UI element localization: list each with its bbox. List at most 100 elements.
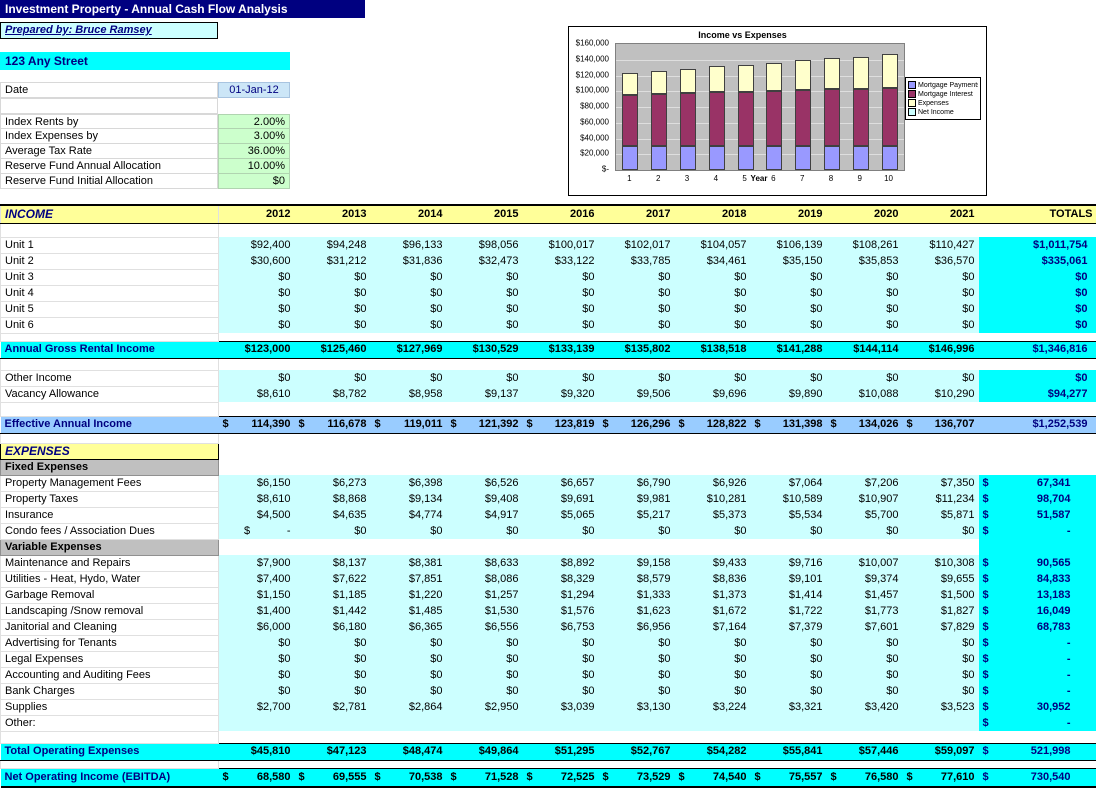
cell[interactable]: $0	[903, 523, 979, 539]
cell[interactable]: $10,281	[675, 491, 751, 507]
cell[interactable]: $0	[295, 651, 371, 667]
cell[interactable]: $0	[523, 667, 599, 683]
cell[interactable]: $6,000	[219, 619, 295, 635]
cell[interactable]	[219, 333, 295, 341]
year-header-cell[interactable]: 2014	[371, 205, 447, 223]
cell[interactable]	[523, 760, 599, 768]
cell[interactable]	[219, 223, 295, 237]
cell[interactable]: $1,400	[219, 603, 295, 619]
cell[interactable]: $1,485	[371, 603, 447, 619]
cell[interactable]: $30,600	[219, 253, 295, 269]
cell[interactable]: $8,086	[447, 571, 523, 587]
cell[interactable]: $0	[295, 269, 371, 285]
cell[interactable]	[751, 459, 827, 475]
cell[interactable]	[675, 402, 751, 416]
cell[interactable]	[1, 333, 219, 341]
row-label[interactable]: Unit 3	[1, 269, 219, 285]
cell[interactable]: $123,000	[219, 341, 295, 358]
cell[interactable]	[371, 760, 447, 768]
cell[interactable]	[903, 760, 979, 768]
cell[interactable]	[827, 539, 903, 555]
cell[interactable]: $0	[523, 683, 599, 699]
row-label[interactable]: Maintenance and Repairs	[1, 555, 219, 571]
cell[interactable]: $9,134	[371, 491, 447, 507]
cell[interactable]	[371, 459, 447, 475]
cell[interactable]: $7,622	[295, 571, 371, 587]
cell[interactable]: $0	[903, 285, 979, 301]
date-label[interactable]: Date	[0, 82, 218, 98]
cell[interactable]: $5,065	[523, 507, 599, 523]
cell[interactable]	[371, 539, 447, 555]
cell[interactable]	[979, 459, 1096, 475]
cell[interactable]: $8,610	[219, 386, 295, 402]
cell[interactable]	[827, 731, 903, 743]
cell[interactable]: $9,320	[523, 386, 599, 402]
cell[interactable]: $-	[979, 635, 1096, 651]
cell[interactable]	[827, 433, 903, 443]
total-cell[interactable]: $0	[979, 370, 1096, 386]
cell[interactable]: $138,518	[675, 341, 751, 358]
cell[interactable]: $0	[827, 317, 903, 333]
cell[interactable]: $0	[599, 285, 675, 301]
cell[interactable]	[599, 539, 675, 555]
cell[interactable]	[219, 358, 295, 370]
cell[interactable]: $0	[827, 683, 903, 699]
assumption-value[interactable]: $0	[218, 174, 290, 189]
cell[interactable]: $0	[371, 269, 447, 285]
cell[interactable]: $9,890	[751, 386, 827, 402]
cell[interactable]	[675, 731, 751, 743]
cell[interactable]: $0	[523, 651, 599, 667]
cell[interactable]: $3,523	[903, 699, 979, 715]
cell[interactable]	[219, 731, 295, 743]
cell[interactable]: $104,057	[675, 237, 751, 253]
cell[interactable]: $0	[447, 301, 523, 317]
cell[interactable]	[447, 459, 523, 475]
cell[interactable]	[599, 459, 675, 475]
cell[interactable]: $0	[675, 651, 751, 667]
cell[interactable]: $55,841	[751, 743, 827, 760]
cell[interactable]	[751, 433, 827, 443]
cell[interactable]: $35,150	[751, 253, 827, 269]
cell[interactable]: $8,836	[675, 571, 751, 587]
cell[interactable]: $0	[827, 667, 903, 683]
cell[interactable]: $2,700	[219, 699, 295, 715]
cell[interactable]	[219, 443, 295, 459]
cell[interactable]: $34,461	[675, 253, 751, 269]
total-cell[interactable]: $1,011,754	[979, 237, 1096, 253]
cell[interactable]: $76,580	[827, 768, 903, 787]
cell[interactable]: $5,534	[751, 507, 827, 523]
cell[interactable]	[675, 358, 751, 370]
cell[interactable]: $51,587	[979, 507, 1096, 523]
cell[interactable]	[447, 402, 523, 416]
cell[interactable]	[371, 223, 447, 237]
cell[interactable]	[523, 731, 599, 743]
cell[interactable]: $7,350	[903, 475, 979, 491]
cell[interactable]	[447, 358, 523, 370]
year-header-cell[interactable]: 2020	[827, 205, 903, 223]
cell[interactable]: $92,400	[219, 237, 295, 253]
cell[interactable]: $0	[827, 370, 903, 386]
cell[interactable]: $0	[295, 683, 371, 699]
cell[interactable]	[979, 731, 1096, 743]
cell[interactable]: $9,696	[675, 386, 751, 402]
total-cell[interactable]: $94,277	[979, 386, 1096, 402]
cell[interactable]: $31,212	[295, 253, 371, 269]
cell[interactable]: $7,601	[827, 619, 903, 635]
cell[interactable]: $144,114	[827, 341, 903, 358]
cell[interactable]	[903, 402, 979, 416]
cell[interactable]	[219, 760, 295, 768]
cell[interactable]	[751, 443, 827, 459]
cell[interactable]: $0	[447, 523, 523, 539]
cell[interactable]	[219, 715, 295, 731]
cell[interactable]: $33,122	[523, 253, 599, 269]
cell[interactable]: $134,026	[827, 416, 903, 433]
row-label[interactable]: Janitorial and Cleaning	[1, 619, 219, 635]
cell[interactable]: $130,529	[447, 341, 523, 358]
cell[interactable]	[903, 358, 979, 370]
cell[interactable]: $125,460	[295, 341, 371, 358]
cell[interactable]: $10,088	[827, 386, 903, 402]
cell[interactable]	[599, 223, 675, 237]
total-cell[interactable]: $0	[979, 301, 1096, 317]
year-header-cell[interactable]: 2018	[675, 205, 751, 223]
cell[interactable]: $0	[447, 651, 523, 667]
